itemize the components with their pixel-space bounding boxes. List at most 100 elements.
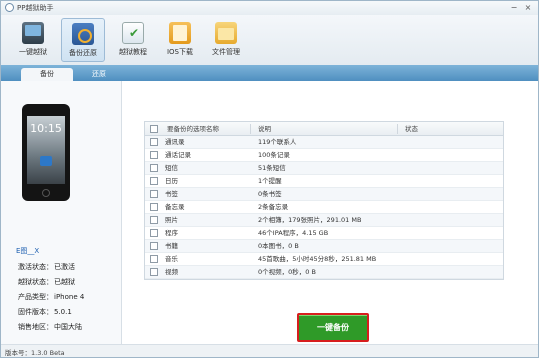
column-header-desc: 说明 — [258, 125, 271, 133]
device-info-row: 固件版本：5.0.1 — [18, 307, 84, 322]
table-row[interactable]: 程序 46个IPA程序，4.15 GB — [145, 227, 503, 240]
row-desc: 2个相簿，179张照片，291.01 MB — [258, 216, 362, 224]
toolbar-ios-download-button[interactable]: IOS下载 — [158, 18, 202, 62]
row-name: 日历 — [165, 177, 178, 185]
table-row[interactable]: 书籍 0本图书，0 B — [145, 240, 503, 253]
info-value: 已越狱 — [54, 278, 75, 286]
row-checkbox[interactable] — [150, 268, 158, 276]
toolbar-file-manager-button[interactable]: 文件管理 — [204, 18, 248, 62]
toolbar-label: 备份还原 — [69, 49, 97, 57]
one-click-backup-button[interactable]: 一键备份 — [297, 313, 369, 342]
device-image: 10:15 — [22, 104, 70, 201]
lock-screen-icon — [40, 156, 52, 166]
toolbar-label: 一键越狱 — [19, 48, 47, 56]
row-name: 照片 — [165, 216, 178, 224]
download-icon — [169, 22, 191, 44]
row-desc: 100条记录 — [258, 151, 290, 159]
row-checkbox[interactable] — [150, 190, 158, 198]
row-name: 通讯录 — [165, 138, 185, 146]
table-row[interactable]: 视频 0个视频，0秒，0 B — [145, 266, 503, 279]
row-name: 备忘录 — [165, 203, 185, 211]
backup-options-table: 要备份的选项名称 说明 状态 通讯录 119个联系人 通话记录 100条记录 短信 5… — [144, 121, 504, 280]
row-desc: 0本图书，0 B — [258, 242, 299, 250]
device-screen: 10:15 — [27, 116, 65, 184]
row-checkbox[interactable] — [150, 255, 158, 263]
checklist-icon — [122, 22, 144, 44]
table-row[interactable]: 通话记录 100条记录 — [145, 149, 503, 162]
folder-icon — [215, 22, 237, 44]
info-value: 中国大陆 — [54, 323, 82, 331]
toolbar-label: 文件管理 — [212, 48, 240, 56]
row-desc: 1个提醒 — [258, 177, 282, 185]
device-info-row: 销售地区：中国大陆 — [18, 322, 84, 337]
info-value: iPhone 4 — [54, 293, 85, 301]
table-row[interactable]: 音乐 45首歌曲，5小时45分8秒，251.81 MB — [145, 253, 503, 266]
phone-jailbreak-icon — [22, 22, 44, 44]
row-name: 音乐 — [165, 255, 178, 263]
row-checkbox[interactable] — [150, 229, 158, 237]
row-desc: 51条短信 — [258, 164, 286, 172]
backup-content: 要备份的选项名称 说明 状态 通讯录 119个联系人 通话记录 100条记录 短信 5… — [122, 81, 538, 344]
row-checkbox[interactable] — [150, 151, 158, 159]
info-key: 激活状态： — [18, 263, 53, 271]
info-key: 产品类型： — [18, 293, 53, 301]
home-button-icon — [42, 189, 50, 197]
device-panel: 10:15 E图__X 激活状态：已激活 越狱状态：已越狱 产品类型：iPhon… — [1, 81, 122, 344]
table-row[interactable]: 通讯录 119个联系人 — [145, 136, 503, 149]
info-key: 越狱状态： — [18, 278, 53, 286]
device-info-row: 产品类型：iPhone 4 — [18, 292, 84, 307]
column-divider — [397, 124, 398, 134]
info-key: 销售地区： — [18, 323, 53, 331]
info-value: 5.0.1 — [54, 308, 72, 316]
toolbar-tutorial-button[interactable]: 越狱教程 — [111, 18, 155, 62]
device-name: E图__X — [16, 247, 40, 255]
main-toolbar: 一键越狱 备份还原 越狱教程 IOS下载 文件管理 — [1, 15, 538, 65]
backup-restore-icon — [72, 23, 94, 45]
row-checkbox[interactable] — [150, 164, 158, 172]
device-info-list: 激活状态：已激活 越狱状态：已越狱 产品类型：iPhone 4 固件版本：5.0… — [18, 262, 84, 337]
row-name: 程序 — [165, 229, 178, 237]
row-checkbox[interactable] — [150, 203, 158, 211]
info-value: 已激活 — [54, 263, 75, 271]
tab-bar: 备份 还原 — [1, 65, 538, 81]
tab-backup[interactable]: 备份 — [21, 68, 73, 81]
row-name: 通话记录 — [165, 151, 191, 159]
minimize-button[interactable]: − — [509, 3, 519, 12]
row-desc: 46个IPA程序，4.15 GB — [258, 229, 329, 237]
table-header: 要备份的选项名称 说明 状态 — [145, 122, 503, 136]
table-row[interactable]: 备忘录 2条备忘录 — [145, 201, 503, 214]
table-row[interactable]: 照片 2个相簿，179张照片，291.01 MB — [145, 214, 503, 227]
table-row[interactable]: 短信 51条短信 — [145, 162, 503, 175]
tab-restore[interactable]: 还原 — [73, 68, 125, 81]
toolbar-backup-restore-button[interactable]: 备份还原 — [61, 18, 105, 62]
column-header-status: 状态 — [405, 125, 418, 133]
row-desc: 0个视频，0秒，0 B — [258, 268, 316, 276]
device-info-row: 激活状态：已激活 — [18, 262, 84, 277]
row-desc: 2条备忘录 — [258, 203, 289, 211]
toolbar-jailbreak-button[interactable]: 一键越狱 — [11, 18, 55, 62]
info-key: 固件版本： — [18, 308, 53, 316]
close-button[interactable]: × — [523, 3, 533, 12]
row-name: 视频 — [165, 268, 178, 276]
row-checkbox[interactable] — [150, 242, 158, 250]
row-checkbox[interactable] — [150, 216, 158, 224]
version-label: 版本号：1.3.0 Beta — [5, 349, 65, 357]
row-name: 短信 — [165, 164, 178, 172]
app-logo-icon — [5, 3, 14, 12]
app-window: PP越狱助手 − × 一键越狱 备份还原 越狱教程 IOS下载 文件管理 备份 … — [0, 0, 539, 358]
status-bar: 版本号：1.3.0 Beta — [1, 344, 538, 357]
column-header-name: 要备份的选项名称 — [167, 125, 219, 133]
row-checkbox[interactable] — [150, 177, 158, 185]
row-desc: 119个联系人 — [258, 138, 297, 146]
table-row[interactable]: 日历 1个提醒 — [145, 175, 503, 188]
toolbar-label: 越狱教程 — [119, 48, 147, 56]
title-bar: PP越狱助手 − × — [1, 1, 538, 15]
row-desc: 0条书签 — [258, 190, 282, 198]
select-all-checkbox[interactable] — [150, 125, 158, 133]
lock-screen-time: 10:15 — [30, 122, 62, 135]
row-name: 书签 — [165, 190, 178, 198]
row-checkbox[interactable] — [150, 138, 158, 146]
column-divider — [250, 124, 251, 134]
row-name: 书籍 — [165, 242, 178, 250]
table-row[interactable]: 书签 0条书签 — [145, 188, 503, 201]
